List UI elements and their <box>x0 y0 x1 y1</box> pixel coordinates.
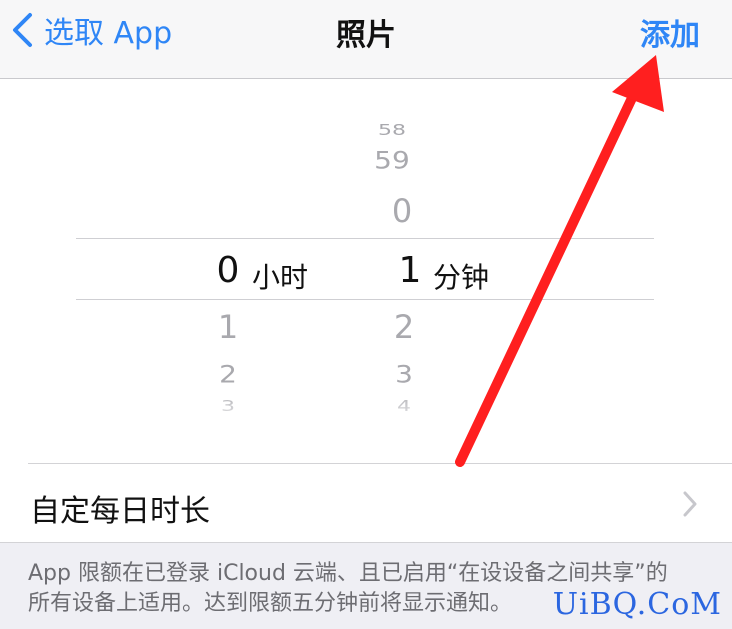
hours-option[interactable]: 1 <box>198 308 258 346</box>
minutes-selected-value[interactable]: 1 <box>380 250 440 291</box>
chevron-right-icon <box>683 491 697 517</box>
hours-option[interactable]: 3 <box>198 398 258 416</box>
site-watermark: UiBQ.CoM <box>552 587 722 622</box>
hours-selected-value[interactable]: 0 <box>198 250 258 291</box>
customize-days-row[interactable]: 自定每日时长 <box>0 464 732 542</box>
footer-section: App 限额在已登录 iCloud 云端、且已启用“在设设备之间共享”的所有设备… <box>0 542 732 629</box>
hours-unit-label: 小时 <box>252 261 309 294</box>
minutes-option[interactable]: 59 <box>362 146 422 174</box>
picker-selection-top-line <box>76 238 654 239</box>
hours-option[interactable]: 2 <box>198 360 258 388</box>
minutes-option[interactable]: 2 <box>374 308 434 346</box>
picker-fade-top <box>0 80 732 120</box>
minutes-option[interactable]: 58 <box>362 122 422 140</box>
picker-fade-bottom <box>0 390 732 430</box>
screen-time-limit-page: 选取 App 照片 添加 58 59 0 0 小时 1 分钟 1 2 3 2 3… <box>0 0 732 629</box>
minutes-unit-label: 分钟 <box>433 261 490 294</box>
navigation-bar: 选取 App 照片 添加 <box>0 0 732 79</box>
minutes-option[interactable]: 0 <box>372 192 432 230</box>
picker-selection-bottom-line <box>76 299 654 300</box>
page-title: 照片 <box>336 18 396 53</box>
customize-days-label: 自定每日时长 <box>30 494 210 529</box>
minutes-option[interactable]: 3 <box>374 360 434 388</box>
add-button[interactable]: 添加 <box>640 10 700 54</box>
minutes-option[interactable]: 4 <box>374 398 434 416</box>
time-picker[interactable]: 58 59 0 0 小时 1 分钟 1 2 3 2 3 4 <box>0 80 732 430</box>
